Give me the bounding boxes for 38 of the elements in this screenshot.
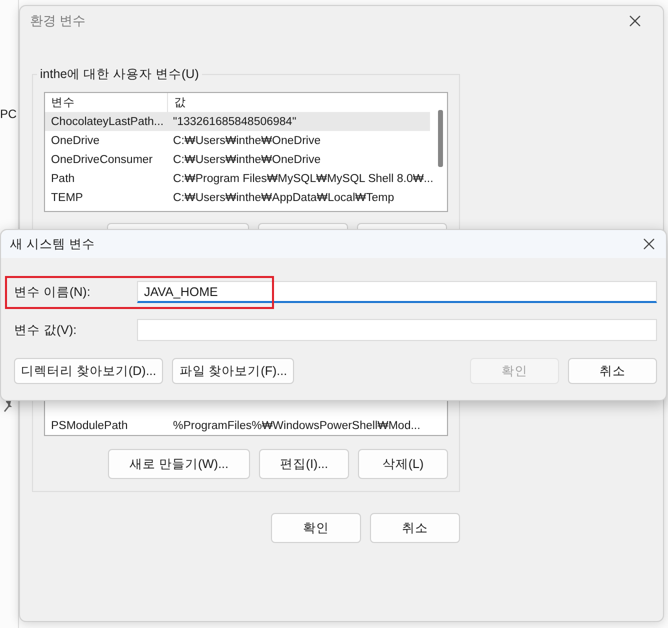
cancel-button[interactable]: 취소 <box>370 513 460 543</box>
variable-value: C:₩Users₩inthe₩AppData₩Local₩Temp <box>172 192 396 204</box>
list-row[interactable]: TEMP C:₩Users₩inthe₩AppData₩Local₩Temp <box>45 188 430 207</box>
variable-name: PSModulePath <box>50 420 129 432</box>
list-row[interactable]: OneDriveConsumer C:₩Users₩inthe₩OneDrive <box>45 150 430 169</box>
variable-name: TEMP <box>50 192 84 204</box>
variable-list[interactable] <box>44 92 448 212</box>
variable-name: Path <box>50 172 76 184</box>
pin-icon[interactable] <box>3 401 13 413</box>
browse-button[interactable]: 파일 찾아보기(F)... <box>172 358 294 384</box>
field-label: 변수 이름(N): <box>14 284 92 300</box>
variable-name: OneDriveConsumer <box>50 154 154 166</box>
scrollbar-thumb[interactable] <box>438 110 443 167</box>
variable-value: C:₩Users₩inthe₩OneDrive <box>172 134 322 146</box>
list-row[interactable]: OneDrive C:₩Users₩inthe₩OneDrive <box>45 131 430 150</box>
browse-button[interactable]: 디렉터리 찾아보기(D)... <box>14 358 164 384</box>
variable-name: ChocolateyLastPath... <box>50 116 165 128</box>
field-label: 변수 값(V): <box>14 322 78 338</box>
group-title: inthe에 대한 사용자 변수(U) <box>37 66 202 83</box>
side-label: PC <box>0 107 18 121</box>
variable-value: "133261685848506984" <box>172 116 298 128</box>
new-button[interactable]: 새로 만들기(W)... <box>108 449 250 479</box>
close-icon[interactable] <box>643 238 655 250</box>
input-field[interactable]: JAVA_HOME <box>137 281 657 303</box>
close-icon[interactable] <box>629 15 641 27</box>
input-field[interactable] <box>137 319 657 341</box>
list-row[interactable]: PSModulePath %ProgramFiles%₩WindowsPowerShell₩Mod... <box>45 416 430 435</box>
variable-name: OneDrive <box>50 134 101 146</box>
ok-button[interactable]: 확인 <box>271 513 361 543</box>
variable-value: C:₩Users₩inthe₩OneDrive <box>172 154 322 166</box>
variable-value: %ProgramFiles%₩WindowsPowerShell₩Mod... <box>172 420 422 432</box>
window-title: 환경 변수 <box>30 12 86 30</box>
dialog-button[interactable]: 취소 <box>568 358 657 384</box>
dialog-title: 새 시스템 변수 <box>10 236 95 252</box>
column-header[interactable]: 값 <box>168 95 442 110</box>
delete-button[interactable]: 삭제(L) <box>358 449 448 479</box>
edit-button[interactable]: 편집(I)... <box>259 449 349 479</box>
list-row[interactable]: ChocolateyLastPath... "133261685848506984" <box>45 112 430 131</box>
